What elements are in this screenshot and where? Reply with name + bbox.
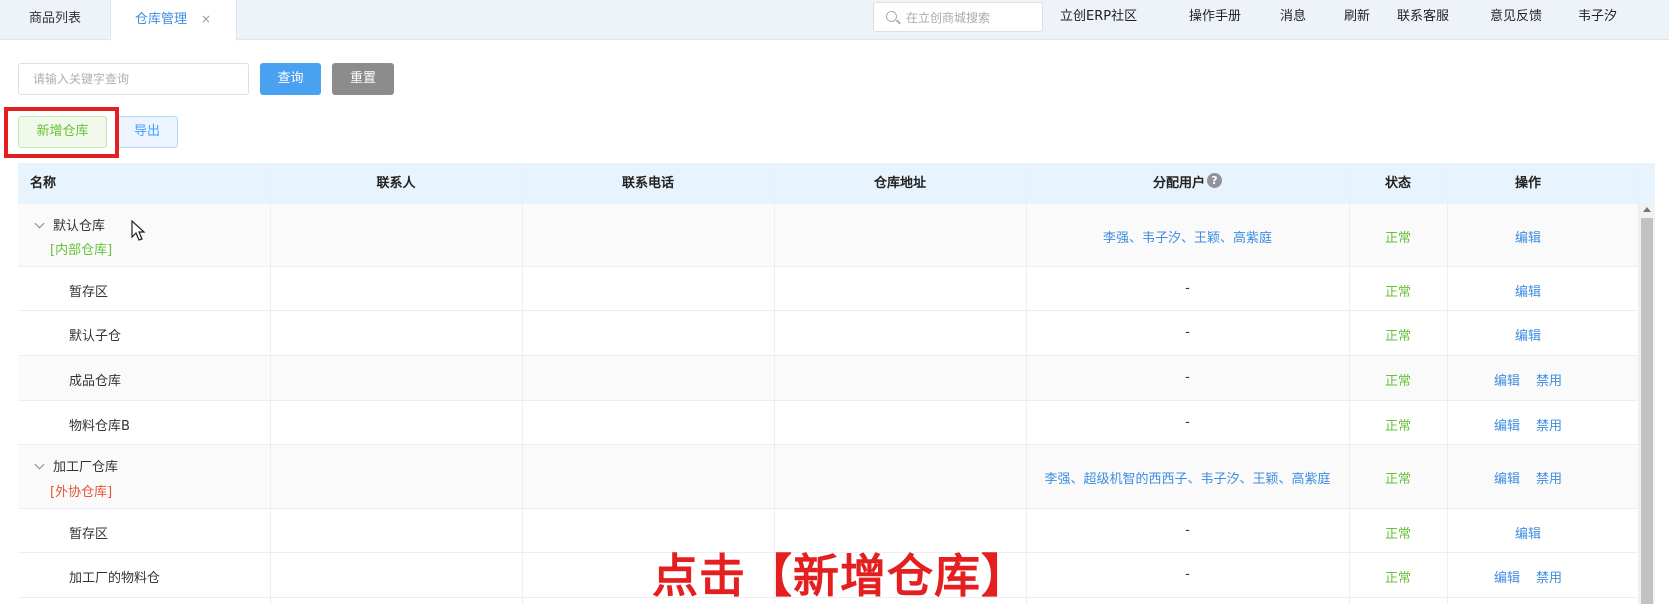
assigned-users[interactable]: 李强、韦子汐、王颖、高紫庭 — [1026, 227, 1349, 246]
assigned-users[interactable]: 李强、超级机智的西西子、韦子汐、王颖、高紫庭 — [1026, 468, 1349, 487]
internal-tag: [内部仓库] — [50, 243, 113, 258]
status-badge: 正常 — [1384, 329, 1411, 344]
table-row: 默认子仓 - 正常 编辑 — [18, 311, 1638, 356]
nav-feedback[interactable]: 意见反馈 — [1490, 0, 1542, 34]
keyword-input[interactable] — [18, 63, 249, 95]
row-name: 物料仓库B — [69, 419, 130, 434]
mouse-cursor-icon — [131, 220, 146, 241]
nav-user[interactable]: 韦子汐 — [1578, 0, 1617, 34]
scroll-up-arrow-icon[interactable] — [1643, 207, 1651, 212]
table-row: 暂存区 - 正常 编辑 — [18, 267, 1638, 311]
table-row: 成品仓库 - 正常 编辑 禁用 — [18, 356, 1638, 401]
row-name: 暂存区 — [69, 527, 109, 542]
tab-warehouse-management[interactable]: 仓库管理 × — [110, 0, 237, 41]
search-icon — [886, 11, 897, 22]
edit-link[interactable]: 编辑 — [1515, 231, 1541, 246]
table-header: 名称 联系人 联系电话 仓库地址 分配用户? 状态 操作 — [18, 163, 1655, 204]
status-badge: 正常 — [1384, 374, 1411, 389]
reset-button[interactable]: 重置 — [332, 63, 394, 95]
header-contact: 联系人 — [376, 176, 416, 191]
assigned-users: - — [1185, 523, 1190, 538]
status-badge: 正常 — [1384, 419, 1411, 434]
chevron-down-icon[interactable] — [34, 218, 45, 229]
edit-link[interactable]: 编辑 — [1515, 285, 1541, 300]
highlight-box — [4, 107, 119, 158]
tab-label: 商品列表 — [28, 11, 81, 26]
mall-search-box[interactable] — [873, 2, 1043, 32]
row-actions: 编辑 — [1447, 281, 1609, 300]
assigned-users: - — [1185, 567, 1190, 582]
status-badge: 正常 — [1384, 472, 1411, 487]
table-row: 物料仓库B - 正常 编辑 禁用 — [18, 401, 1638, 445]
column-divider — [1447, 163, 1448, 604]
row-actions: 编辑 — [1447, 227, 1609, 246]
assigned-users: - — [1185, 370, 1190, 385]
edit-link[interactable]: 编辑 — [1494, 472, 1520, 487]
row-actions: 编辑 禁用 — [1447, 370, 1609, 389]
chevron-down-icon[interactable] — [34, 459, 45, 470]
status-badge: 正常 — [1384, 527, 1411, 542]
column-divider — [270, 163, 271, 604]
mall-search-input[interactable] — [906, 8, 1038, 28]
row-actions: 编辑 禁用 — [1447, 468, 1609, 487]
status-badge: 正常 — [1384, 231, 1411, 246]
row-actions: 编辑 — [1447, 523, 1609, 542]
tab-label: 仓库管理 — [135, 12, 188, 27]
export-button[interactable]: 导出 — [116, 116, 178, 148]
table-row: 加工厂仓库 [外协仓库] 李强、超级机智的西西子、韦子汐、王颖、高紫庭 正常 编… — [18, 445, 1638, 509]
row-name: 暂存区 — [69, 285, 109, 300]
nav-refresh[interactable]: 刷新 — [1344, 0, 1370, 34]
instruction-overlay: 点击【新增仓库】 — [652, 549, 1028, 603]
help-icon[interactable]: ? — [1207, 173, 1222, 188]
assigned-users: - — [1185, 281, 1190, 296]
tab-product-list[interactable]: 商品列表 — [0, 0, 110, 40]
row-actions: 编辑 禁用 — [1447, 567, 1609, 586]
edit-link[interactable]: 编辑 — [1494, 419, 1520, 434]
row-actions: 编辑 禁用 — [1447, 415, 1609, 434]
column-divider — [1349, 163, 1350, 604]
assigned-users: - — [1185, 415, 1190, 430]
table-row: 默认仓库 [内部仓库] 李强、韦子汐、王颖、高紫庭 正常 编辑 — [18, 204, 1638, 267]
row-name: 加工厂的物料仓 — [69, 571, 161, 586]
assigned-users: - — [1185, 325, 1190, 340]
edit-link[interactable]: 编辑 — [1494, 571, 1520, 586]
header-users-label: 分配用户 — [1152, 176, 1205, 191]
external-tag: [外协仓库] — [50, 485, 113, 500]
disable-link[interactable]: 禁用 — [1536, 472, 1562, 487]
edit-link[interactable]: 编辑 — [1515, 329, 1541, 344]
header-address: 仓库地址 — [873, 176, 926, 191]
query-button[interactable]: 查询 — [260, 63, 321, 95]
row-name[interactable]: 默认仓库 — [34, 215, 106, 234]
nav-support[interactable]: 联系客服 — [1397, 0, 1449, 34]
nav-messages[interactable]: 消息 — [1280, 0, 1306, 34]
disable-link[interactable]: 禁用 — [1536, 374, 1562, 389]
header-phone: 联系电话 — [621, 176, 674, 191]
row-name: 成品仓库 — [69, 374, 122, 389]
nav-community[interactable]: 立创ERP社区 — [1060, 0, 1137, 34]
row-name-text: 默认仓库 — [53, 219, 106, 234]
header-name: 名称 — [30, 176, 57, 191]
row-name-text: 加工厂仓库 — [53, 460, 119, 475]
scrollbar-thumb[interactable] — [1641, 218, 1653, 604]
status-badge: 正常 — [1384, 285, 1411, 300]
row-name[interactable]: 加工厂仓库 — [34, 456, 119, 475]
column-divider — [774, 163, 775, 604]
edit-link[interactable]: 编辑 — [1515, 527, 1541, 542]
row-actions: 编辑 — [1447, 325, 1609, 344]
nav-manual[interactable]: 操作手册 — [1189, 0, 1241, 34]
disable-link[interactable]: 禁用 — [1536, 571, 1562, 586]
disable-link[interactable]: 禁用 — [1536, 419, 1562, 434]
header-status: 状态 — [1384, 176, 1411, 191]
top-bar: 商品列表 仓库管理× 立创ERP社区 操作手册 消息 刷新 联系客服 意见反馈 … — [0, 0, 1669, 41]
close-icon[interactable]: × — [201, 12, 211, 26]
column-divider — [522, 163, 523, 604]
row-name: 默认子仓 — [69, 329, 122, 344]
header-actions: 操作 — [1514, 176, 1541, 191]
status-badge: 正常 — [1384, 571, 1411, 586]
edit-link[interactable]: 编辑 — [1494, 374, 1520, 389]
header-users: 分配用户? — [1026, 163, 1349, 204]
column-divider — [1026, 163, 1027, 604]
